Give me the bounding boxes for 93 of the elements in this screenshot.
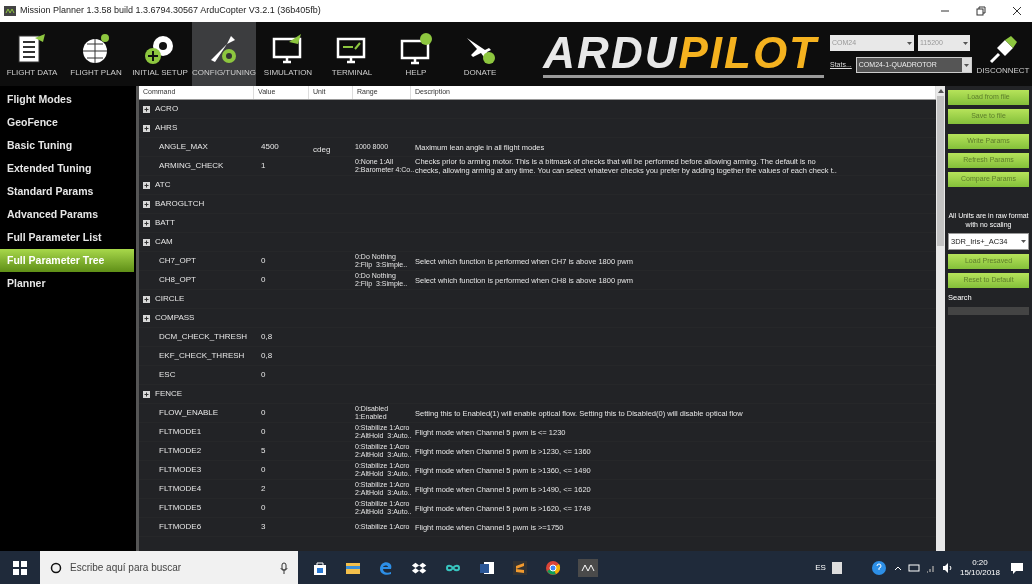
language-indicator[interactable]: ES	[815, 561, 826, 574]
toolbar-button[interactable]: INITIAL SETUP	[128, 22, 192, 86]
sidebar-item[interactable]: Advanced Params	[0, 203, 136, 226]
param-value[interactable]: 0	[254, 255, 309, 267]
param-name: FLTMODE3	[158, 464, 203, 476]
shopping-bag-icon[interactable]	[312, 559, 328, 576]
close-icon[interactable]	[1012, 6, 1022, 16]
sidebar-item[interactable]: Planner	[0, 272, 136, 295]
param-value[interactable]: 0	[254, 407, 309, 419]
disconnect-button[interactable]: DISCONNECT	[974, 22, 1032, 86]
caret-icon	[963, 41, 968, 45]
param-value[interactable]: 5	[254, 445, 309, 457]
expand-icon[interactable]	[143, 105, 150, 113]
caret-icon	[1021, 240, 1026, 243]
caret-icon	[907, 41, 912, 45]
toolbar-button[interactable]: TERMINAL	[320, 22, 384, 86]
clock-date: 15/10/2018	[959, 567, 1000, 578]
expand-icon[interactable]	[143, 238, 150, 246]
param-name: FLTMODE5	[158, 502, 203, 514]
help-icon[interactable]	[871, 560, 886, 575]
expand-icon[interactable]	[143, 200, 150, 208]
app-window-icon[interactable]	[578, 558, 598, 577]
sidebar-item[interactable]: Full Parameter List	[0, 226, 136, 249]
search-field[interactable]	[948, 307, 1029, 316]
param-name: FLTMODE1	[158, 426, 203, 438]
ardupilot-logo: ARDUPILOT	[543, 30, 824, 78]
speaker-icon[interactable]	[941, 562, 954, 573]
param-value[interactable]: 0	[254, 502, 309, 514]
toolbar-button[interactable]: DONATE	[448, 22, 512, 86]
group-name: CAM	[155, 236, 173, 248]
param-value[interactable]: 0	[254, 464, 309, 476]
scroll-up-icon[interactable]	[937, 89, 944, 93]
group-name: COMPASS	[155, 312, 195, 324]
expand-icon[interactable]	[143, 181, 150, 189]
window-title: Mission Planner 1.3.58 build 1.3.6794.30567 ArduCopter V3.2.1 (36b405fb)	[20, 4, 322, 18]
param-value[interactable]: 0,8	[254, 331, 309, 343]
param-value[interactable]: 4500	[254, 141, 309, 153]
sidebar-item[interactable]: GeoFence	[0, 111, 136, 134]
expand-icon[interactable]	[143, 219, 150, 227]
scrollbar[interactable]	[936, 86, 945, 551]
sidebar-item[interactable]: Extended Tuning	[0, 157, 136, 180]
toolbar-button[interactable]: HELP	[384, 22, 448, 86]
group-name: BAROGLTCH	[155, 198, 205, 210]
param-name: FLOW_ENABLE	[158, 407, 220, 419]
param-name: FLTMODE6	[158, 521, 203, 533]
param-name: EKF_CHECK_THRESH	[158, 350, 246, 362]
clock-time: 0:20	[972, 557, 988, 568]
param-unit: cdeg	[313, 145, 331, 154]
param-name: FLTMODE4	[158, 483, 203, 495]
chevron-up-icon[interactable]	[893, 564, 902, 571]
search-box[interactable]: Escribe aquí para buscar	[40, 551, 298, 584]
param-value[interactable]: 0	[254, 426, 309, 438]
app-icon	[4, 6, 16, 16]
group-name: ACRO	[155, 103, 179, 115]
group-name: ATC	[155, 179, 171, 191]
plug-icon	[987, 33, 1019, 64]
sidebar-item[interactable]: Standard Params	[0, 180, 136, 203]
param-name: ANGLE_MAX	[158, 141, 209, 153]
search-icon	[50, 561, 62, 574]
notification-icon[interactable]	[1010, 560, 1024, 575]
group-name: FENCE	[155, 388, 183, 400]
sidebar-item[interactable]: Basic Tuning	[0, 134, 136, 157]
group-name: AHRS	[155, 122, 178, 134]
param-value[interactable]: 0	[254, 274, 309, 286]
param-name: CH8_OPT	[158, 274, 197, 286]
expand-icon[interactable]	[143, 390, 150, 398]
browser-icon[interactable]	[545, 559, 561, 576]
windows-icon[interactable]	[13, 560, 27, 575]
expand-icon[interactable]	[143, 314, 150, 322]
sidebar-item[interactable]: Flight Modes	[0, 88, 136, 111]
param-value[interactable]: 2	[254, 483, 309, 495]
group-name: CIRCLE	[155, 293, 185, 305]
toolbar-button[interactable]: FLIGHT DATA	[0, 22, 64, 86]
document-icon[interactable]	[479, 559, 495, 576]
toolbar-button[interactable]: SIMULATION	[256, 22, 320, 86]
param-name: CH7_OPT	[158, 255, 197, 267]
monitor-icon	[399, 31, 433, 66]
param-value[interactable]: 1	[254, 160, 309, 172]
toolbar-button[interactable]: CONFIG/TUNING	[192, 22, 256, 86]
microphone-icon[interactable]	[280, 561, 288, 574]
toolbar-button[interactable]: FLIGHT PLAN	[64, 22, 128, 86]
group-name: BATT	[155, 217, 175, 229]
caret-icon	[964, 63, 969, 67]
expand-icon[interactable]	[143, 295, 150, 303]
param-name: DCM_CHECK_THRESH	[158, 331, 248, 343]
expand-icon[interactable]	[143, 124, 150, 132]
param-name: ESC	[158, 369, 177, 381]
restore-icon[interactable]	[976, 6, 986, 16]
param-value[interactable]: 0,8	[254, 350, 309, 362]
param-value[interactable]: 0	[254, 369, 309, 381]
param-name: ARMING_CHECK	[158, 160, 225, 172]
param-name: FLTMODE2	[158, 445, 203, 457]
param-value[interactable]: 3	[254, 521, 309, 533]
